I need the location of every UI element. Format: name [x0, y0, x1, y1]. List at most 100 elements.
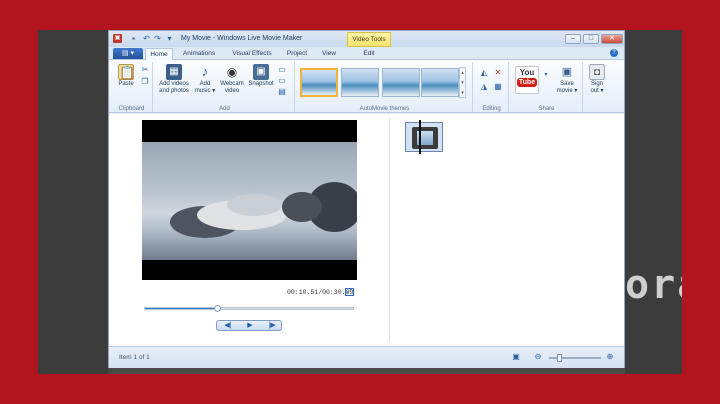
status-text: Item 1 of 1: [119, 354, 150, 361]
add-group-label: Add: [219, 106, 230, 112]
rotate-right-icon[interactable]: ◮: [479, 82, 489, 92]
add-group: ▦ Add videos and photos ♪ Add music ▾ ◉ …: [155, 62, 295, 112]
title-bar: ▣ ▪ ↶ ↷ ▾ My Movie - Windows Live Movie …: [109, 31, 624, 47]
ribbon: 📋 Paste ✂ ❐ Clipboard ▦ Add videos and p…: [109, 60, 624, 113]
save-movie-icon: ▣: [561, 66, 573, 78]
film-strip-icon: [412, 127, 438, 149]
seal-shape: [282, 192, 322, 222]
copy-icon[interactable]: ❐: [140, 77, 150, 87]
tab-animations[interactable]: Animations: [179, 48, 219, 60]
fullscreen-icon[interactable]: ⤢: [345, 288, 354, 296]
share-group: You Tube ▾ ▣ Save movie ▾ Share: [511, 62, 583, 112]
tab-edit[interactable]: Edit: [352, 48, 386, 60]
zoom-slider[interactable]: [549, 354, 601, 362]
save-movie-label-2: movie ▾: [556, 88, 578, 94]
video-frame-left: [38, 30, 108, 374]
theme-thumbnail-fade[interactable]: [382, 68, 420, 97]
play-button[interactable]: ▶: [239, 321, 261, 330]
paste-icon: 📋: [118, 64, 136, 80]
video-frame-right: ora: [625, 30, 682, 374]
title-icon[interactable]: ▭: [277, 65, 287, 75]
editing-group: ◭ ✕ ◮ ▦ Editing: [475, 62, 509, 112]
content-area: 00:10.51/00:30.09 ⤢ ◀| ▶ |▶: [109, 114, 624, 346]
background-text: ora: [625, 262, 682, 308]
remove-icon[interactable]: ✕: [493, 68, 503, 78]
next-frame-button[interactable]: |▶: [261, 321, 283, 330]
paste-label: Paste: [118, 81, 134, 87]
zoom-out-icon[interactable]: ⊖: [533, 352, 543, 361]
credits-icon[interactable]: ▤: [277, 87, 287, 97]
add-videos-label-1: Add videos: [159, 81, 189, 87]
seek-handle[interactable]: [213, 305, 221, 312]
seek-progress: [145, 308, 218, 309]
storyboard-clip[interactable]: [405, 120, 445, 154]
undo-icon[interactable]: ↶: [142, 34, 151, 43]
editing-group-label: Editing: [482, 106, 501, 112]
video-frame-image: [142, 142, 357, 260]
window-title: My Movie - Windows Live Movie Maker: [181, 35, 303, 42]
movie-maker-window: ▣ ▪ ↶ ↷ ▾ My Movie - Windows Live Movie …: [108, 30, 625, 368]
webcam-label-1: Webcam: [220, 81, 244, 87]
youtube-logo-tube: Tube: [516, 78, 538, 87]
select-all-icon[interactable]: ▦: [493, 82, 503, 92]
webcam-video-button[interactable]: ◉ Webcam video: [219, 64, 245, 95]
add-videos-label-2: and photos: [159, 88, 189, 94]
pane-divider[interactable]: [389, 118, 390, 342]
share-group-label: Share: [538, 106, 555, 112]
help-icon[interactable]: ?: [610, 49, 618, 57]
cut-icon[interactable]: ✂: [140, 65, 150, 75]
user-icon: ◘: [589, 64, 605, 80]
redo-icon[interactable]: ↷: [153, 34, 162, 43]
caption-icon[interactable]: ▭: [277, 76, 287, 86]
youtube-logo-you: You: [519, 68, 535, 77]
tab-project[interactable]: Project: [283, 48, 311, 60]
save-icon[interactable]: ▪: [129, 34, 138, 43]
sign-out-button[interactable]: ◘ Sign out ▾: [585, 64, 609, 95]
video-frame-bottom: [108, 367, 625, 374]
thumbnail-size-icon[interactable]: ▣: [511, 352, 521, 361]
seal-shape: [227, 194, 282, 216]
clip-thumbnail[interactable]: [405, 122, 443, 152]
tab-view[interactable]: View: [315, 48, 343, 60]
music-note-icon: ♪: [201, 64, 209, 79]
playback-controls: ◀| ▶ |▶: [216, 320, 282, 331]
theme-thumbnail-contemporary[interactable]: [341, 68, 379, 97]
paste-button[interactable]: 📋 Paste: [115, 64, 137, 88]
webcam-icon: ◉: [226, 65, 238, 79]
snapshot-button[interactable]: ▣ Snapshot: [246, 64, 276, 88]
video-preview[interactable]: [142, 120, 357, 280]
zoom-in-icon[interactable]: ⊕: [605, 352, 615, 361]
zoom-handle[interactable]: [557, 354, 562, 362]
add-music-label-2: music ▾: [194, 88, 216, 94]
previous-frame-button[interactable]: ◀|: [217, 321, 239, 330]
themes-scroll-buttons[interactable]: ▴ ▾ ▾: [459, 67, 466, 98]
video-tools-context-tab: Video Tools: [347, 32, 391, 47]
minimize-button[interactable]: –: [565, 34, 581, 44]
save-movie-button[interactable]: ▣ Save movie ▾: [553, 64, 581, 95]
sign-out-label-1: Sign: [590, 81, 603, 87]
automovie-group-label: AutoMovie themes: [359, 106, 410, 112]
add-music-button[interactable]: ♪ Add music ▾: [193, 64, 217, 95]
status-bar: Item 1 of 1 ▣ ⊖ ⊕: [109, 346, 624, 368]
theme-thumbnail-pan-zoom[interactable]: [421, 68, 459, 97]
youtube-button[interactable]: You Tube: [515, 66, 539, 94]
timecode-display: 00:10.51/00:30.09: [287, 289, 354, 296]
clipboard-group: 📋 Paste ✂ ❐ Clipboard: [111, 62, 153, 112]
tab-home[interactable]: Home: [145, 48, 173, 60]
theme-thumbnail-default[interactable]: [300, 68, 338, 97]
app-icon[interactable]: ▣: [113, 34, 122, 43]
snapshot-icon: ▣: [253, 64, 269, 80]
storyboard-playhead[interactable]: [419, 120, 421, 154]
automovie-themes-group: ▴ ▾ ▾ AutoMovie themes: [297, 62, 473, 112]
tab-visual-effects[interactable]: Visual Effects: [227, 48, 277, 60]
share-more-icon[interactable]: ▾: [541, 70, 551, 80]
seek-bar[interactable]: [144, 305, 354, 312]
customize-toolbar-icon[interactable]: ▾: [165, 34, 174, 43]
rotate-left-icon[interactable]: ◭: [479, 68, 489, 78]
maximize-button[interactable]: □: [583, 34, 599, 44]
close-button[interactable]: ✕: [601, 34, 623, 44]
application-menu-button[interactable]: ▤ ▾: [113, 48, 143, 59]
snapshot-label: Snapshot: [248, 81, 274, 87]
ribbon-tab-bar: ▤ ▾ Home Animations Visual Effects Proje…: [109, 47, 624, 60]
add-videos-button[interactable]: ▦ Add videos and photos: [157, 64, 191, 95]
